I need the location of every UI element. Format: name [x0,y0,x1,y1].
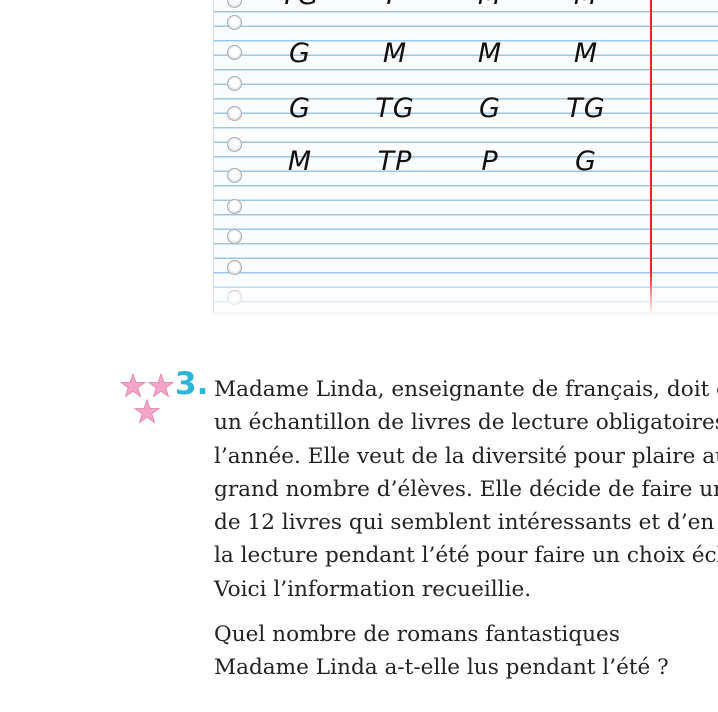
handwritten-cell: M [460,0,520,11]
statement-line: l’année. Elle veut de la diversité pour … [214,443,718,469]
statement-line: de 12 livres qui semblent intéressants e… [214,510,718,536]
handwritten-cell: M [556,0,616,11]
handwritten-cell: P [365,0,425,11]
binder-hole [227,137,242,152]
handwritten-cell: G [289,93,311,124]
statement-line: un échantillon de livres de lecture obli… [214,410,718,436]
handwritten-cell: G [575,146,597,177]
handwritten-cell: G [289,38,311,69]
handwritten-cell: TG [566,93,606,124]
binder-hole [227,199,242,214]
statement-line: grand nombre d’élèves. Elle décide de fa… [214,476,718,502]
notebook-margin-line [650,0,652,312]
exercise-question: Quel nombre de romans fantastiques Madam… [214,618,718,685]
handwritten-cell: M [477,38,503,69]
handwritten-cell: M [287,146,313,177]
handwritten-cell: M [382,38,408,69]
binder-hole [227,168,242,183]
binder-hole [227,0,242,8]
handwritten-cell: M [573,38,599,69]
exercise-statement: Madame Linda, enseignante de français, d… [214,373,718,606]
binder-hole [227,76,242,91]
question-line: Quel nombre de romans fantastiques [214,622,620,647]
handwritten-cell: TG [270,0,330,11]
notebook-page: TG P M M G M M M G TG G TG M TP P G [213,0,718,312]
handwritten-cell: TG [375,93,415,124]
difficulty-stars-icon [120,372,175,424]
statement-line: Madame Linda, enseignante de français, d… [214,377,718,402]
question-line: Madame Linda a-t-elle lus pendant l’été … [214,655,669,681]
exercise-number: 3. [175,366,209,402]
handwritten-cell: G [479,93,501,124]
statement-line: Voici l’information recueillie. [214,576,532,602]
statement-line: la lecture pendant l’été pour faire un c… [214,543,718,569]
handwritten-cell: P [481,146,499,177]
handwritten-cell: TP [377,146,413,177]
binder-hole [227,260,242,275]
binder-hole [227,106,242,121]
binder-hole [227,229,242,244]
binder-hole [227,290,242,305]
binder-hole [227,45,242,60]
binder-hole [227,15,242,30]
